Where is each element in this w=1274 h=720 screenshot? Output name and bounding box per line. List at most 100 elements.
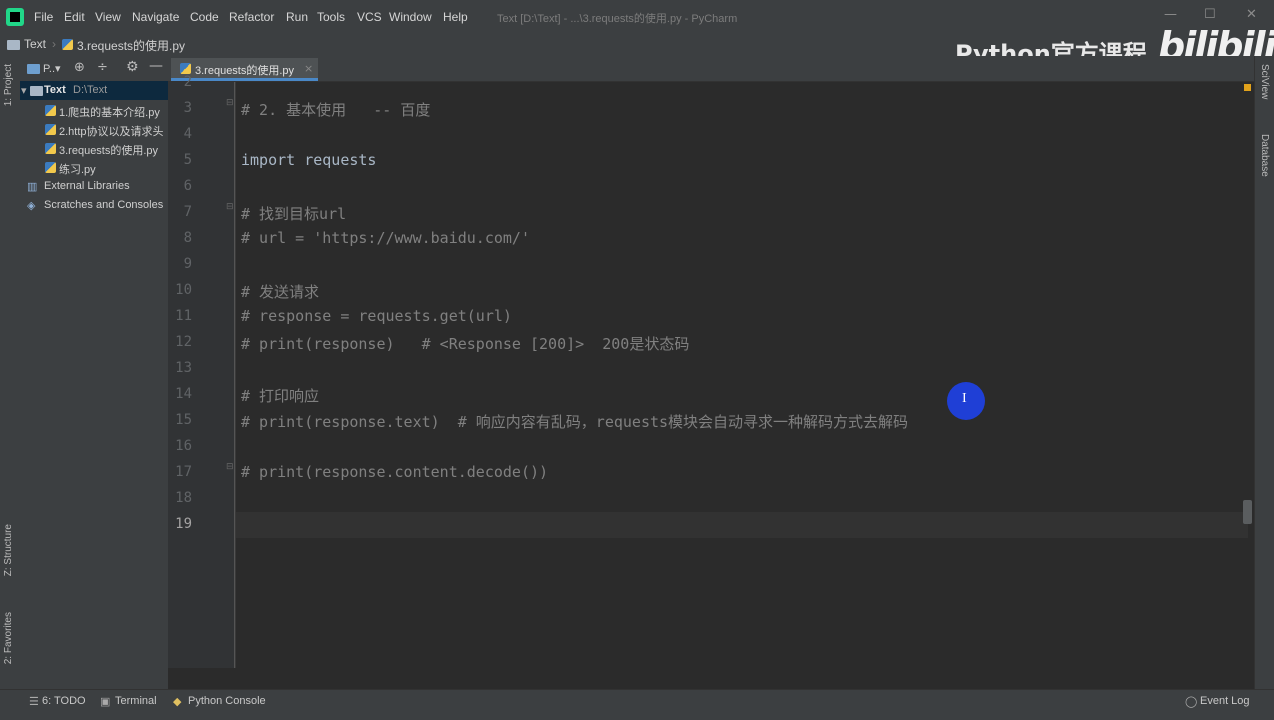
left-tool-strip: 1: Project Z: Structure 2: Favorites — [0, 56, 21, 689]
tree-scratches-label: Scratches and Consoles — [44, 199, 164, 211]
bottom-tool-bar: ☰ 6: TODO ▣ Terminal ◆ Python Console ◯ … — [0, 689, 1274, 714]
menu-window[interactable]: Window — [389, 10, 432, 24]
project-panel: P..▾ ⊕ ÷ ⚙ — ▾ Text D:\Text 1.爬虫的基本介绍.py… — [20, 56, 168, 689]
tree-scratches[interactable]: ◈ Scratches and Consoles — [20, 196, 168, 215]
tree-file[interactable]: 2.http协议以及请求头 — [20, 120, 168, 139]
list-icon: ☰ — [29, 696, 39, 708]
tree-file-label: 1.爬虫的基本介绍.py — [59, 107, 160, 119]
python-file-icon — [45, 162, 56, 173]
line-number: 16 — [175, 438, 192, 454]
inspection-warning-icon[interactable] — [1244, 84, 1251, 91]
project-tool-button[interactable]: 1: Project — [3, 64, 14, 106]
editor-scrollbar-thumb[interactable] — [1243, 500, 1252, 524]
library-icon: ▥ — [27, 181, 38, 193]
menu-file[interactable]: File — [34, 10, 53, 24]
right-tool-strip: SciView Database — [1254, 56, 1274, 689]
menu-help[interactable]: Help — [443, 10, 468, 24]
line-number: 12 — [175, 334, 192, 350]
tree-file-label: 3.requests的使用.py — [59, 145, 159, 157]
event-log-button[interactable]: Event Log — [1200, 695, 1250, 707]
python-console-button[interactable]: Python Console — [188, 695, 266, 707]
chevron-down-icon: ▾ — [21, 85, 27, 97]
python-file-icon — [45, 143, 56, 154]
menu-bar: File Edit View Navigate Code Refactor Ru… — [0, 0, 1274, 34]
line-number: 4 — [183, 126, 192, 142]
locate-icon[interactable]: ⊕ — [74, 60, 85, 75]
line-number: 17 — [175, 464, 192, 480]
code-line: # 2. 基本使用 -- 百度 — [241, 101, 431, 119]
line-number: 10 — [175, 282, 192, 298]
event-log-icon: ◯ — [1185, 696, 1198, 708]
current-line-highlight — [235, 512, 1248, 538]
terminal-button[interactable]: Terminal — [115, 695, 157, 707]
fold-marker-icon[interactable]: ⊟ — [226, 202, 234, 212]
code-line: # print(response) # <Response [200]> 200… — [241, 335, 690, 353]
tree-file-label: 练习.py — [59, 164, 96, 176]
tree-file-label: 2.http协议以及请求头 — [59, 126, 164, 138]
python-file-icon — [45, 105, 56, 116]
menu-edit[interactable]: Edit — [64, 10, 85, 24]
breadcrumb-file[interactable]: 3.requests的使用.py — [77, 37, 185, 54]
code-line: # 找到目标url — [241, 205, 347, 223]
line-number: 6 — [183, 178, 192, 194]
fold-marker-icon[interactable]: ⊟ — [226, 98, 234, 108]
hide-panel-icon[interactable]: — — [149, 58, 163, 74]
project-toolbar: P..▾ ⊕ ÷ ⚙ — — [20, 56, 168, 82]
line-number: 7 — [183, 204, 192, 220]
code-line: import requests — [241, 151, 377, 169]
code-line: # url = 'https://www.baidu.com/' — [241, 229, 530, 247]
terminal-icon: ▣ — [100, 696, 111, 708]
folder-icon — [30, 86, 43, 96]
todo-button[interactable]: 6: TODO — [42, 695, 86, 707]
right-margin-guide — [235, 82, 236, 668]
tree-file[interactable]: 练习.py — [20, 158, 168, 177]
maximize-icon[interactable]: ☐ — [1204, 7, 1216, 22]
tree-file[interactable]: 3.requests的使用.py — [20, 139, 168, 158]
tree-root-path: D:\Text — [73, 84, 108, 96]
project-view-dropdown[interactable]: P..▾ — [43, 62, 61, 75]
python-file-icon — [62, 39, 73, 50]
tree-file[interactable]: 1.爬虫的基本介绍.py — [20, 101, 168, 120]
favorites-tool-button[interactable]: 2: Favorites — [3, 612, 14, 664]
menu-view[interactable]: View — [95, 10, 121, 24]
close-window-icon[interactable]: ✕ — [1246, 7, 1257, 22]
menu-navigate[interactable]: Navigate — [132, 10, 179, 24]
minimize-icon[interactable]: — — [1164, 7, 1177, 22]
tree-root-name: Text — [44, 84, 66, 96]
gear-icon[interactable]: ⚙ — [126, 59, 139, 75]
status-bar — [0, 713, 1274, 720]
sciview-tool-button[interactable]: SciView — [1259, 64, 1270, 99]
menu-refactor[interactable]: Refactor — [229, 10, 274, 24]
tree-external-libraries[interactable]: ▥ External Libraries — [20, 177, 168, 196]
menu-tools[interactable]: Tools — [317, 10, 345, 24]
code-editor[interactable]: # 2. 基本使用 -- 百度 import requests # 找到目标ur… — [235, 82, 1248, 668]
python-console-icon: ◆ — [173, 696, 182, 708]
menu-vcs[interactable]: VCS — [357, 10, 382, 24]
fold-marker-icon[interactable]: ⊟ — [226, 462, 234, 472]
line-number: 9 — [183, 256, 192, 272]
close-tab-icon[interactable]: × — [304, 62, 313, 75]
line-number: 5 — [183, 152, 192, 168]
menu-run[interactable]: Run — [286, 10, 308, 24]
code-line: # response = requests.get(url) — [241, 307, 512, 325]
database-tool-button[interactable]: Database — [1259, 134, 1270, 177]
folder-icon — [7, 40, 20, 50]
editor-tab-bar: 3.requests的使用.py × — [168, 56, 1254, 82]
line-number: 13 — [175, 360, 192, 376]
menu-code[interactable]: Code — [190, 10, 219, 24]
tree-root[interactable]: ▾ Text D:\Text — [20, 81, 168, 100]
line-number: 2 — [183, 74, 192, 90]
line-number-gutter: 2 3 4 5 6 7 8 9 10 11 12 13 14 15 16 17 … — [168, 74, 235, 668]
project-view-icon — [27, 64, 40, 74]
collapse-icon[interactable]: ÷ — [97, 60, 108, 75]
mouse-cursor-highlight — [947, 382, 985, 420]
tab-label: 3.requests的使用.py — [195, 65, 295, 77]
tab-requests-file[interactable]: 3.requests的使用.py × — [171, 58, 318, 81]
line-number: 14 — [175, 386, 192, 402]
breadcrumb-folder[interactable]: Text — [24, 37, 46, 51]
line-number: 11 — [175, 308, 192, 324]
python-file-icon — [180, 63, 191, 74]
code-line: # print(response.content.decode()) — [241, 463, 549, 481]
structure-tool-button[interactable]: Z: Structure — [3, 524, 14, 576]
code-line: # print(response.text) # 响应内容有乱码，request… — [241, 413, 909, 431]
